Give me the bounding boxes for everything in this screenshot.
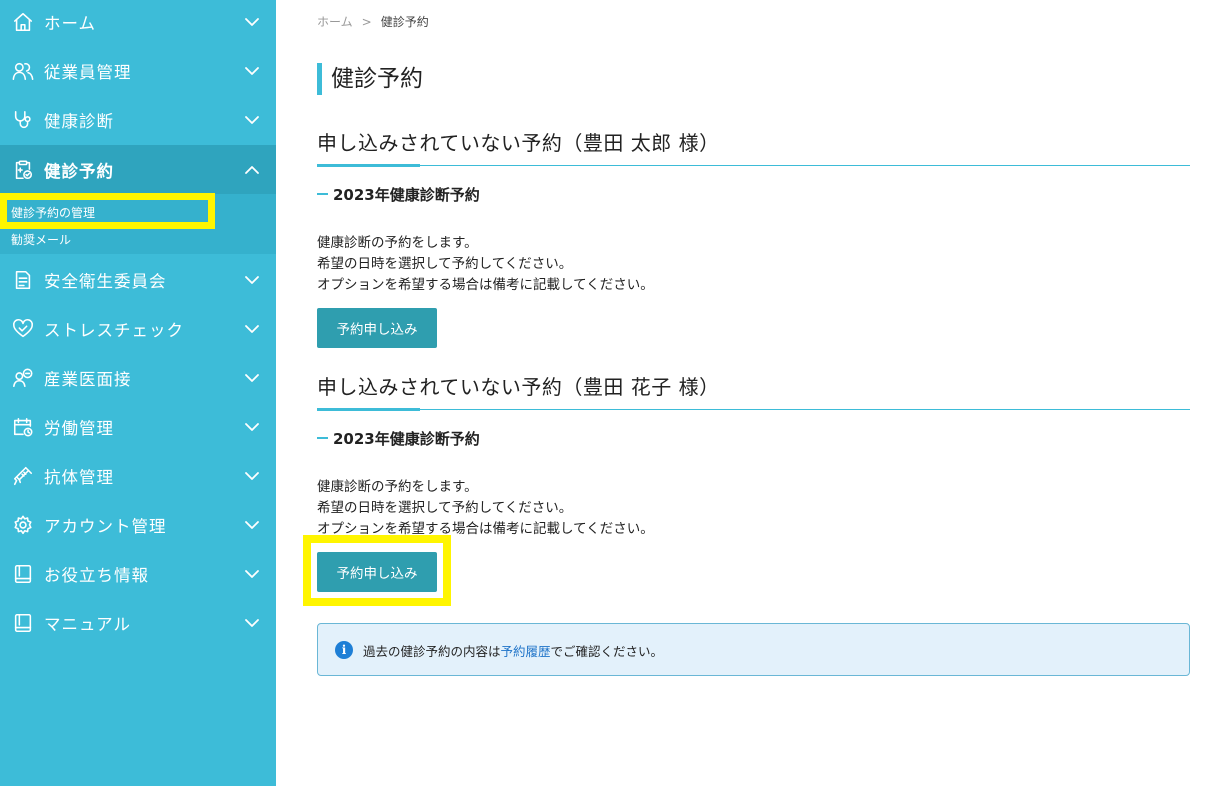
clipboard-check-icon	[11, 158, 35, 182]
users-icon	[11, 59, 35, 83]
chevron-down-icon	[244, 112, 260, 128]
info-text: 過去の健診予約の内容は予約履歴でご確認ください。	[363, 641, 663, 660]
heading-divider-accent	[317, 164, 420, 167]
sidebar-item-labor-management[interactable]: 労働管理	[0, 402, 276, 451]
sidebar-item-label: ストレスチェック	[44, 320, 184, 340]
sub-heading-text: 2023年健康診断予約	[333, 430, 480, 448]
sub-heading: 2023年健康診断予約	[317, 184, 480, 205]
chevron-down-icon	[244, 468, 260, 484]
description-line: 健康診断の予約をします。	[317, 235, 478, 251]
sidebar-item-checkup-reservation[interactable]: 健診予約	[0, 145, 276, 194]
section-heading: 申し込みされていない予約（豊田 花子 様）	[317, 375, 720, 399]
book-icon	[11, 562, 35, 586]
submenu-item-recommendation-mail[interactable]: 勧奨メール	[11, 231, 71, 248]
chevron-down-icon	[244, 370, 260, 386]
heart-icon	[11, 317, 35, 341]
sidebar-item-label: 抗体管理	[44, 467, 114, 487]
dash-marker	[317, 193, 328, 195]
description-line: オプションを希望する場合は備考に記載してください。	[317, 277, 654, 293]
info-text-before: 過去の健診予約の内容は	[363, 644, 501, 659]
sidebar-item-label: お役立ち情報	[44, 565, 149, 585]
breadcrumb: ホーム > 健診予約	[317, 13, 429, 30]
sidebar-item-label: マニュアル	[44, 614, 132, 634]
sidebar-item-label: ホーム	[44, 13, 97, 33]
home-icon	[11, 10, 35, 34]
chevron-up-icon	[244, 162, 260, 178]
sidebar-item-home[interactable]: ホーム	[0, 0, 276, 46]
manual-icon	[11, 611, 35, 635]
chevron-down-icon	[244, 566, 260, 582]
sidebar-item-label: 安全衛生委員会	[44, 271, 167, 291]
sidebar-item-label: 健康診断	[44, 111, 114, 131]
sidebar-item-label: 産業医面接	[44, 369, 132, 389]
description-line: 希望の日時を選択して予約してください。	[317, 256, 573, 272]
description-line: オプションを希望する場合は備考に記載してください。	[317, 521, 654, 537]
gear-icon	[11, 513, 35, 537]
info-notice: i 過去の健診予約の内容は予約履歴でご確認ください。	[317, 623, 1190, 676]
sidebar-item-label: アカウント管理	[44, 516, 167, 536]
chevron-down-icon	[244, 272, 260, 288]
document-icon	[11, 268, 35, 292]
chevron-down-icon	[244, 419, 260, 435]
person-minus-icon	[11, 366, 35, 390]
info-icon: i	[335, 641, 353, 659]
calendar-clock-icon	[11, 415, 35, 439]
sidebar-item-label: 健診予約	[44, 161, 114, 181]
sidebar-submenu: 健診予約の管理 勧奨メール	[0, 194, 276, 254]
heading-divider	[317, 409, 1190, 410]
sidebar-item-label: 労働管理	[44, 418, 114, 438]
chevron-down-icon	[244, 14, 260, 30]
sidebar-item-antibody-management[interactable]: 抗体管理	[0, 451, 276, 500]
reservation-apply-button[interactable]: 予約申し込み	[317, 308, 437, 348]
main-content: ホーム > 健診予約 健診予約 申し込みされていない予約（豊田 太郎 様） 2023…	[276, 0, 1228, 786]
heading-divider	[317, 165, 1190, 166]
reservation-history-link[interactable]: 予約履歴	[501, 644, 551, 659]
breadcrumb-current: 健診予約	[380, 15, 429, 29]
description-line: 健康診断の予約をします。	[317, 479, 478, 495]
section-heading: 申し込みされていない予約（豊田 太郎 様）	[317, 131, 720, 155]
breadcrumb-home-link[interactable]: ホーム	[317, 15, 353, 29]
chevron-down-icon	[244, 321, 260, 337]
sidebar: ホーム 従業員管理 健康診断 健診予約 健診予約の管理 勧奨メール 安全衛生委員…	[0, 0, 276, 786]
page-title: 健診予約	[317, 63, 423, 95]
reservation-section: 申し込みされていない予約（豊田 太郎 様） 2023年健康診断予約 健康診断の予…	[317, 127, 1190, 352]
chevron-down-icon	[244, 63, 260, 79]
heading-divider-accent	[317, 408, 420, 411]
sub-heading: 2023年健康診断予約	[317, 428, 480, 449]
syringe-icon	[11, 464, 35, 488]
reservation-section: 申し込みされていない予約（豊田 花子 様） 2023年健康診断予約 健康診断の予…	[317, 371, 1190, 596]
sidebar-item-doctor-interview[interactable]: 産業医面接	[0, 353, 276, 402]
breadcrumb-separator: >	[361, 15, 372, 29]
sidebar-item-manual[interactable]: マニュアル	[0, 598, 276, 647]
submenu-item-reservation-management[interactable]: 健診予約の管理	[11, 204, 95, 221]
sidebar-item-account-management[interactable]: アカウント管理	[0, 500, 276, 549]
info-text-after: でご確認ください。	[550, 644, 664, 659]
description-line: 希望の日時を選択して予約してください。	[317, 500, 573, 516]
sidebar-item-label: 従業員管理	[44, 62, 132, 82]
sidebar-item-stress-check[interactable]: ストレスチェック	[0, 304, 276, 353]
sidebar-item-health-checkup[interactable]: 健康診断	[0, 95, 276, 144]
chevron-down-icon	[244, 615, 260, 631]
chevron-down-icon	[244, 517, 260, 533]
sidebar-item-employees[interactable]: 従業員管理	[0, 46, 276, 95]
dash-marker	[317, 437, 328, 439]
stethoscope-icon	[11, 108, 35, 132]
sub-heading-text: 2023年健康診断予約	[333, 186, 480, 204]
reservation-apply-button[interactable]: 予約申し込み	[317, 552, 437, 592]
sidebar-item-useful-info[interactable]: お役立ち情報	[0, 549, 276, 598]
sidebar-item-safety-committee[interactable]: 安全衛生委員会	[0, 255, 276, 304]
app: ホーム 従業員管理 健康診断 健診予約 健診予約の管理 勧奨メール 安全衛生委員…	[0, 0, 1228, 786]
